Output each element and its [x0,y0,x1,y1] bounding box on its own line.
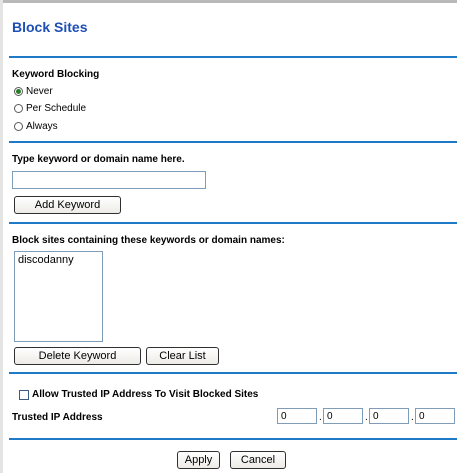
radio-never-label: Never [26,86,53,97]
section-divider [9,372,457,374]
window-top-border [0,0,457,3]
delete-keyword-button[interactable]: Delete Keyword [14,347,141,365]
section-divider [9,222,457,224]
keyword-blocking-label: Keyword Blocking [12,69,100,80]
add-keyword-button[interactable]: Add Keyword [14,196,121,214]
blocked-list-label: Block sites containing these keywords or… [12,235,285,246]
radio-unselected-icon[interactable] [14,122,23,131]
allow-trusted-ip-label: Allow Trusted IP Address To Visit Blocke… [32,389,259,400]
keyword-input[interactable] [12,171,206,189]
apply-button[interactable]: Apply [177,451,220,469]
trusted-ip-octet-3[interactable]: 0 [369,408,409,424]
radio-per-schedule[interactable]: Per Schedule [14,103,86,114]
trusted-ip-octet-2[interactable]: 0 [323,408,363,424]
blocked-keywords-listbox[interactable]: discodanny [14,251,103,342]
clear-list-button[interactable]: Clear List [146,347,219,365]
list-item[interactable]: discodanny [15,252,102,266]
section-divider [9,56,457,58]
keyword-entry-label: Type keyword or domain name here. [12,154,185,165]
allow-trusted-ip-checkbox[interactable] [19,390,29,400]
trusted-ip-octet-1[interactable]: 0 [277,408,317,424]
radio-never[interactable]: Never [14,86,53,97]
radio-selected-icon[interactable] [14,87,23,96]
radio-per-schedule-label: Per Schedule [26,103,87,114]
ip-separator: . [365,412,368,423]
trusted-ip-octet-4[interactable]: 0 [415,408,455,424]
window-left-border [0,0,3,473]
section-divider [9,438,457,440]
radio-unselected-icon[interactable] [14,104,23,113]
page-title: Block Sites [12,19,88,35]
section-divider [9,141,457,143]
ip-separator: . [319,412,322,423]
ip-separator: . [411,412,414,423]
radio-always[interactable]: Always [14,121,58,132]
radio-always-label: Always [26,121,58,132]
cancel-button[interactable]: Cancel [230,451,286,469]
trusted-ip-label: Trusted IP Address [12,412,103,423]
